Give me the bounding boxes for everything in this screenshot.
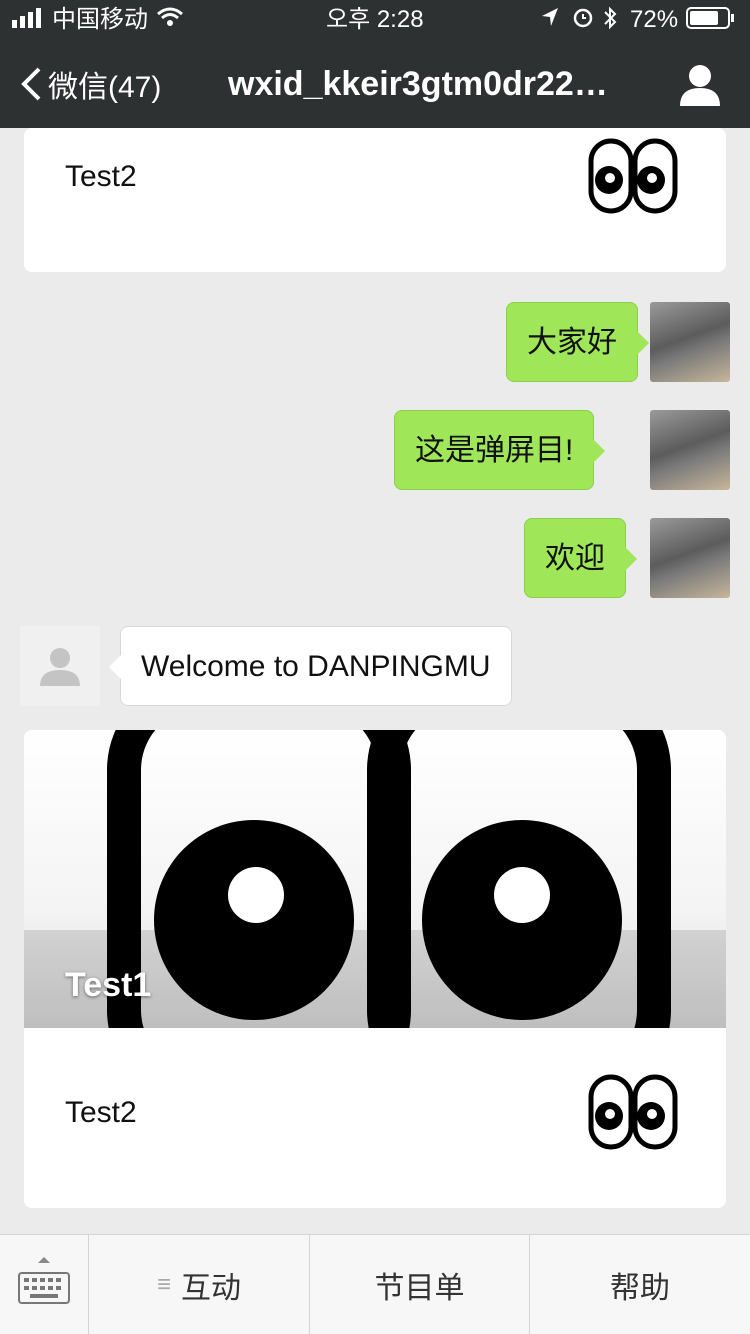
chevron-left-icon — [21, 67, 41, 101]
avatar[interactable] — [650, 518, 730, 598]
keyboard-toggle-button[interactable] — [0, 1235, 89, 1334]
banner-title: Test1 — [65, 966, 152, 1004]
avatar[interactable] — [650, 410, 730, 490]
banner-image: Test1 — [24, 730, 726, 1028]
keyboard-icon — [18, 1257, 70, 1304]
bottom-menu-bar: ≡ 互动 节目单 帮助 — [0, 1234, 750, 1334]
default-user-icon — [40, 648, 80, 686]
card-text: Test2 — [65, 160, 137, 193]
battery-percent: 72% — [630, 6, 679, 33]
message-bubble[interactable]: 欢迎 — [524, 518, 637, 598]
message-bubble[interactable]: 这是弹屏目! — [394, 410, 606, 490]
menu-icon: ≡ — [156, 1271, 171, 1298]
message-bubble[interactable]: 大家好 — [506, 302, 649, 382]
alarm-icon — [572, 6, 594, 35]
tab-label: 互动 — [181, 1272, 241, 1305]
person-icon[interactable] — [676, 62, 724, 106]
signal-icon — [12, 6, 46, 35]
tab-label: 帮助 — [610, 1272, 670, 1305]
carrier-name: 中国移动 — [52, 6, 148, 33]
tab-label: 节目单 — [374, 1272, 465, 1305]
location-icon — [540, 6, 560, 35]
card-text: Test2 — [65, 1096, 137, 1129]
status-time: 오후 2:28 — [326, 6, 424, 33]
battery-icon — [686, 6, 736, 37]
back-button[interactable]: 微信(47) — [20, 64, 161, 104]
avatar[interactable] — [20, 626, 100, 706]
eyes-emoji-icon — [588, 1074, 678, 1150]
tab-program[interactable]: 节目单 — [310, 1235, 530, 1334]
bluetooth-icon — [602, 6, 618, 37]
back-label: 微信(47) — [48, 71, 162, 104]
status-bar: 中国移动 오후 2:28 72% — [0, 0, 750, 40]
wifi-icon — [156, 6, 184, 35]
message-bubble[interactable]: Welcome to DANPINGMU — [109, 626, 512, 706]
avatar[interactable] — [650, 302, 730, 382]
chat-title: wxid_kkeir3gtm0dr22… — [228, 65, 608, 103]
tab-help[interactable]: 帮助 — [530, 1235, 750, 1334]
nav-bar: 微信(47) wxid_kkeir3gtm0dr22… — [0, 40, 750, 128]
tab-interact[interactable]: ≡ 互动 — [89, 1235, 310, 1334]
article-card[interactable]: Test2 — [24, 128, 726, 272]
eyes-emoji-icon — [588, 138, 678, 214]
article-card[interactable]: Test1 Test2 — [24, 730, 726, 1208]
